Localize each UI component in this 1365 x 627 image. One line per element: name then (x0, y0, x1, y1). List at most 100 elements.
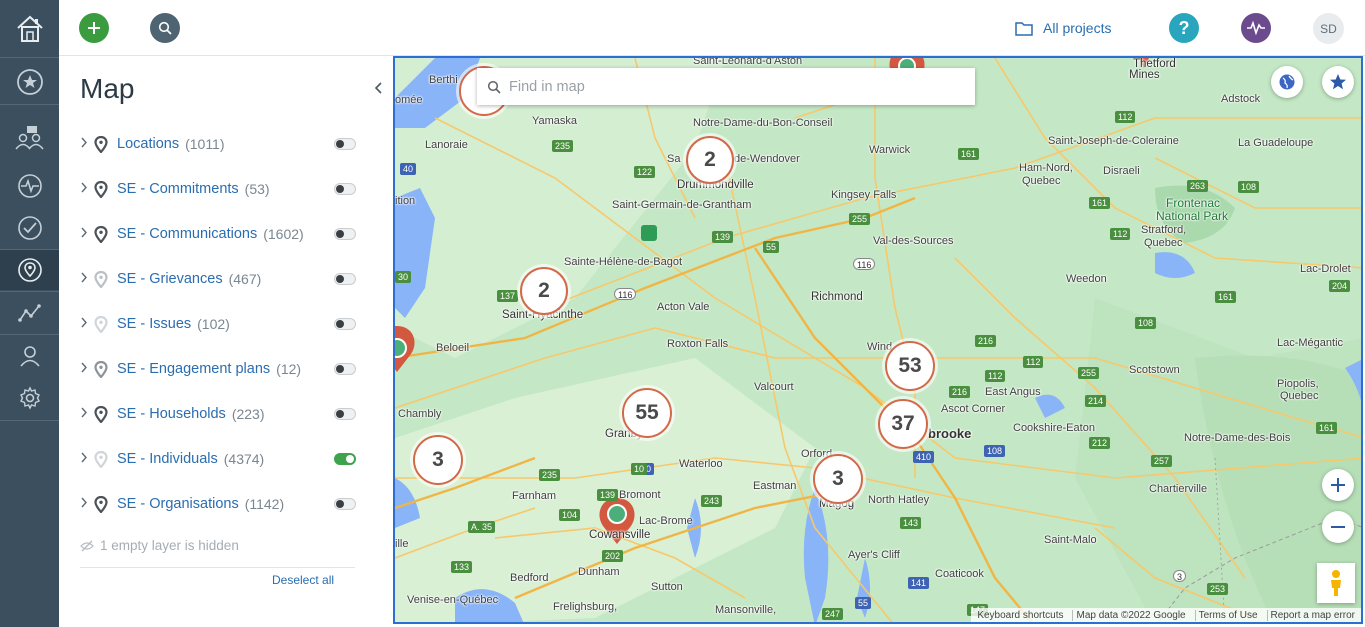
layer-row[interactable]: SE - Organisations (1142) (80, 493, 360, 515)
report-error-link[interactable]: Report a map error (1266, 609, 1358, 621)
street-view-button[interactable] (1317, 563, 1355, 603)
chevron-right-icon[interactable] (80, 227, 92, 241)
map-cluster[interactable]: 2 (686, 136, 734, 184)
map-cluster[interactable]: 53 (885, 341, 935, 391)
map-search-box[interactable] (477, 68, 975, 105)
layer-name: Locations (117, 136, 180, 152)
layer-toggle[interactable] (334, 273, 356, 285)
keyboard-shortcuts-link[interactable]: Keyboard shortcuts (974, 610, 1066, 621)
layer-count: (12) (276, 361, 302, 377)
road-shield: 143 (900, 517, 922, 529)
layer-row[interactable]: SE - Engagement plans (12) (80, 358, 360, 380)
layer-name: SE - Engagement plans (117, 361, 271, 377)
all-projects-link[interactable]: All projects (1015, 18, 1111, 38)
deselect-all-link[interactable]: Deselect all (272, 573, 334, 587)
map-label: East Angus (985, 386, 1041, 398)
favorite-view-button[interactable] (1322, 66, 1354, 98)
chevron-right-icon[interactable] (80, 362, 92, 376)
zoom-out-button[interactable] (1322, 511, 1354, 543)
road-shield: 40 (400, 163, 417, 175)
user-avatar[interactable]: SD (1313, 13, 1344, 44)
layer-toggle[interactable] (334, 228, 356, 240)
activity-icon[interactable] (0, 165, 59, 207)
map-label: Saint-Joseph-de-Coleraine (1048, 135, 1179, 147)
road-shield: 55 (855, 597, 872, 609)
help-label: ? (1178, 17, 1190, 38)
map-cluster[interactable]: 3 (813, 454, 863, 504)
chevron-right-icon[interactable] (80, 272, 92, 286)
layer-toggle[interactable] (334, 498, 356, 510)
layer-row[interactable]: SE - Individuals (4374) (80, 448, 360, 470)
chevron-right-icon[interactable] (80, 497, 92, 511)
rail-divider (0, 104, 59, 105)
map-pin-icon (94, 180, 112, 198)
toggle-knob (336, 140, 344, 148)
layer-toggle[interactable] (334, 183, 356, 195)
map-cluster[interactable]: 2 (520, 267, 568, 315)
map-cluster[interactable]: 37 (878, 399, 928, 449)
top-bar: All projects ? SD (59, 0, 1365, 56)
map-label: de-Wendover (734, 153, 800, 165)
search-button[interactable] (150, 13, 180, 43)
layer-toggle[interactable] (334, 318, 356, 330)
map-pin-icon (94, 495, 112, 513)
chevron-right-icon[interactable] (80, 407, 92, 421)
road-shield: 30 (395, 271, 412, 283)
home-icon[interactable] (0, 0, 59, 57)
collapse-panel-button[interactable] (371, 80, 385, 96)
chevron-right-icon[interactable] (80, 137, 92, 151)
tasks-icon[interactable] (0, 207, 59, 249)
analytics-icon[interactable] (0, 292, 59, 334)
map-label: Berthi (429, 74, 458, 86)
map-pin-icon (94, 450, 112, 468)
help-button[interactable]: ? (1169, 13, 1199, 43)
map-icon[interactable] (0, 250, 59, 290)
map-label: Venise-en-Québec (407, 594, 499, 606)
eye-off-icon (80, 540, 94, 551)
map-label: Frontenac (1166, 196, 1221, 210)
layer-name: SE - Issues (117, 316, 192, 332)
map-label: Lac-Mégantic (1277, 337, 1344, 349)
layer-row[interactable]: SE - Issues (102) (80, 313, 360, 335)
map-label: Farnham (512, 490, 557, 502)
map-label: Quebec (1280, 390, 1319, 402)
map-cluster[interactable]: 55 (622, 388, 672, 438)
road-shield: 108 (984, 445, 1006, 457)
layer-toggle[interactable] (334, 363, 356, 375)
map-canvas[interactable]: Saint-Leonard-d'Aston Thetford Mines Ads… (393, 56, 1363, 624)
map-label: Lanoraie (425, 139, 468, 151)
map-label: Waterloo (679, 458, 723, 470)
map-cluster[interactable]: 3 (413, 435, 463, 485)
map-search-input[interactable] (509, 78, 949, 95)
zoom-in-button[interactable] (1322, 469, 1354, 501)
toggle-knob (336, 365, 344, 373)
road-shield: 3 (1173, 570, 1187, 582)
road-shield: 235 (539, 469, 561, 481)
settings-icon[interactable] (0, 377, 59, 419)
add-button[interactable] (79, 13, 109, 43)
layer-row[interactable]: SE - Grievances (467) (80, 268, 360, 290)
chevron-right-icon[interactable] (80, 182, 92, 196)
map-label: ille (395, 538, 409, 550)
pulse-icon (1247, 21, 1265, 35)
chevron-right-icon[interactable] (80, 317, 92, 331)
map-label: Lac-Drolet (1300, 263, 1351, 275)
map-label: Quebec (1144, 237, 1183, 249)
stakeholders-icon[interactable] (0, 117, 59, 159)
map-pin-icon (94, 270, 112, 288)
pulse-button[interactable] (1241, 13, 1271, 43)
layer-row[interactable]: SE - Households (223) (80, 403, 360, 425)
layer-toggle[interactable] (334, 138, 356, 150)
globe-button[interactable] (1271, 66, 1303, 98)
layer-row[interactable]: Locations (1011) (80, 133, 360, 155)
user-icon[interactable] (0, 335, 59, 377)
layer-row[interactable]: SE - Communications (1602) (80, 223, 360, 245)
toggle-knob (336, 275, 344, 283)
layer-row[interactable]: SE - Commitments (53) (80, 178, 360, 200)
chevron-right-icon[interactable] (80, 452, 92, 466)
layer-toggle[interactable] (334, 453, 356, 465)
toggle-knob (336, 185, 344, 193)
favorites-icon[interactable] (0, 61, 59, 103)
terms-link[interactable]: Terms of Use (1194, 609, 1261, 621)
layer-toggle[interactable] (334, 408, 356, 420)
